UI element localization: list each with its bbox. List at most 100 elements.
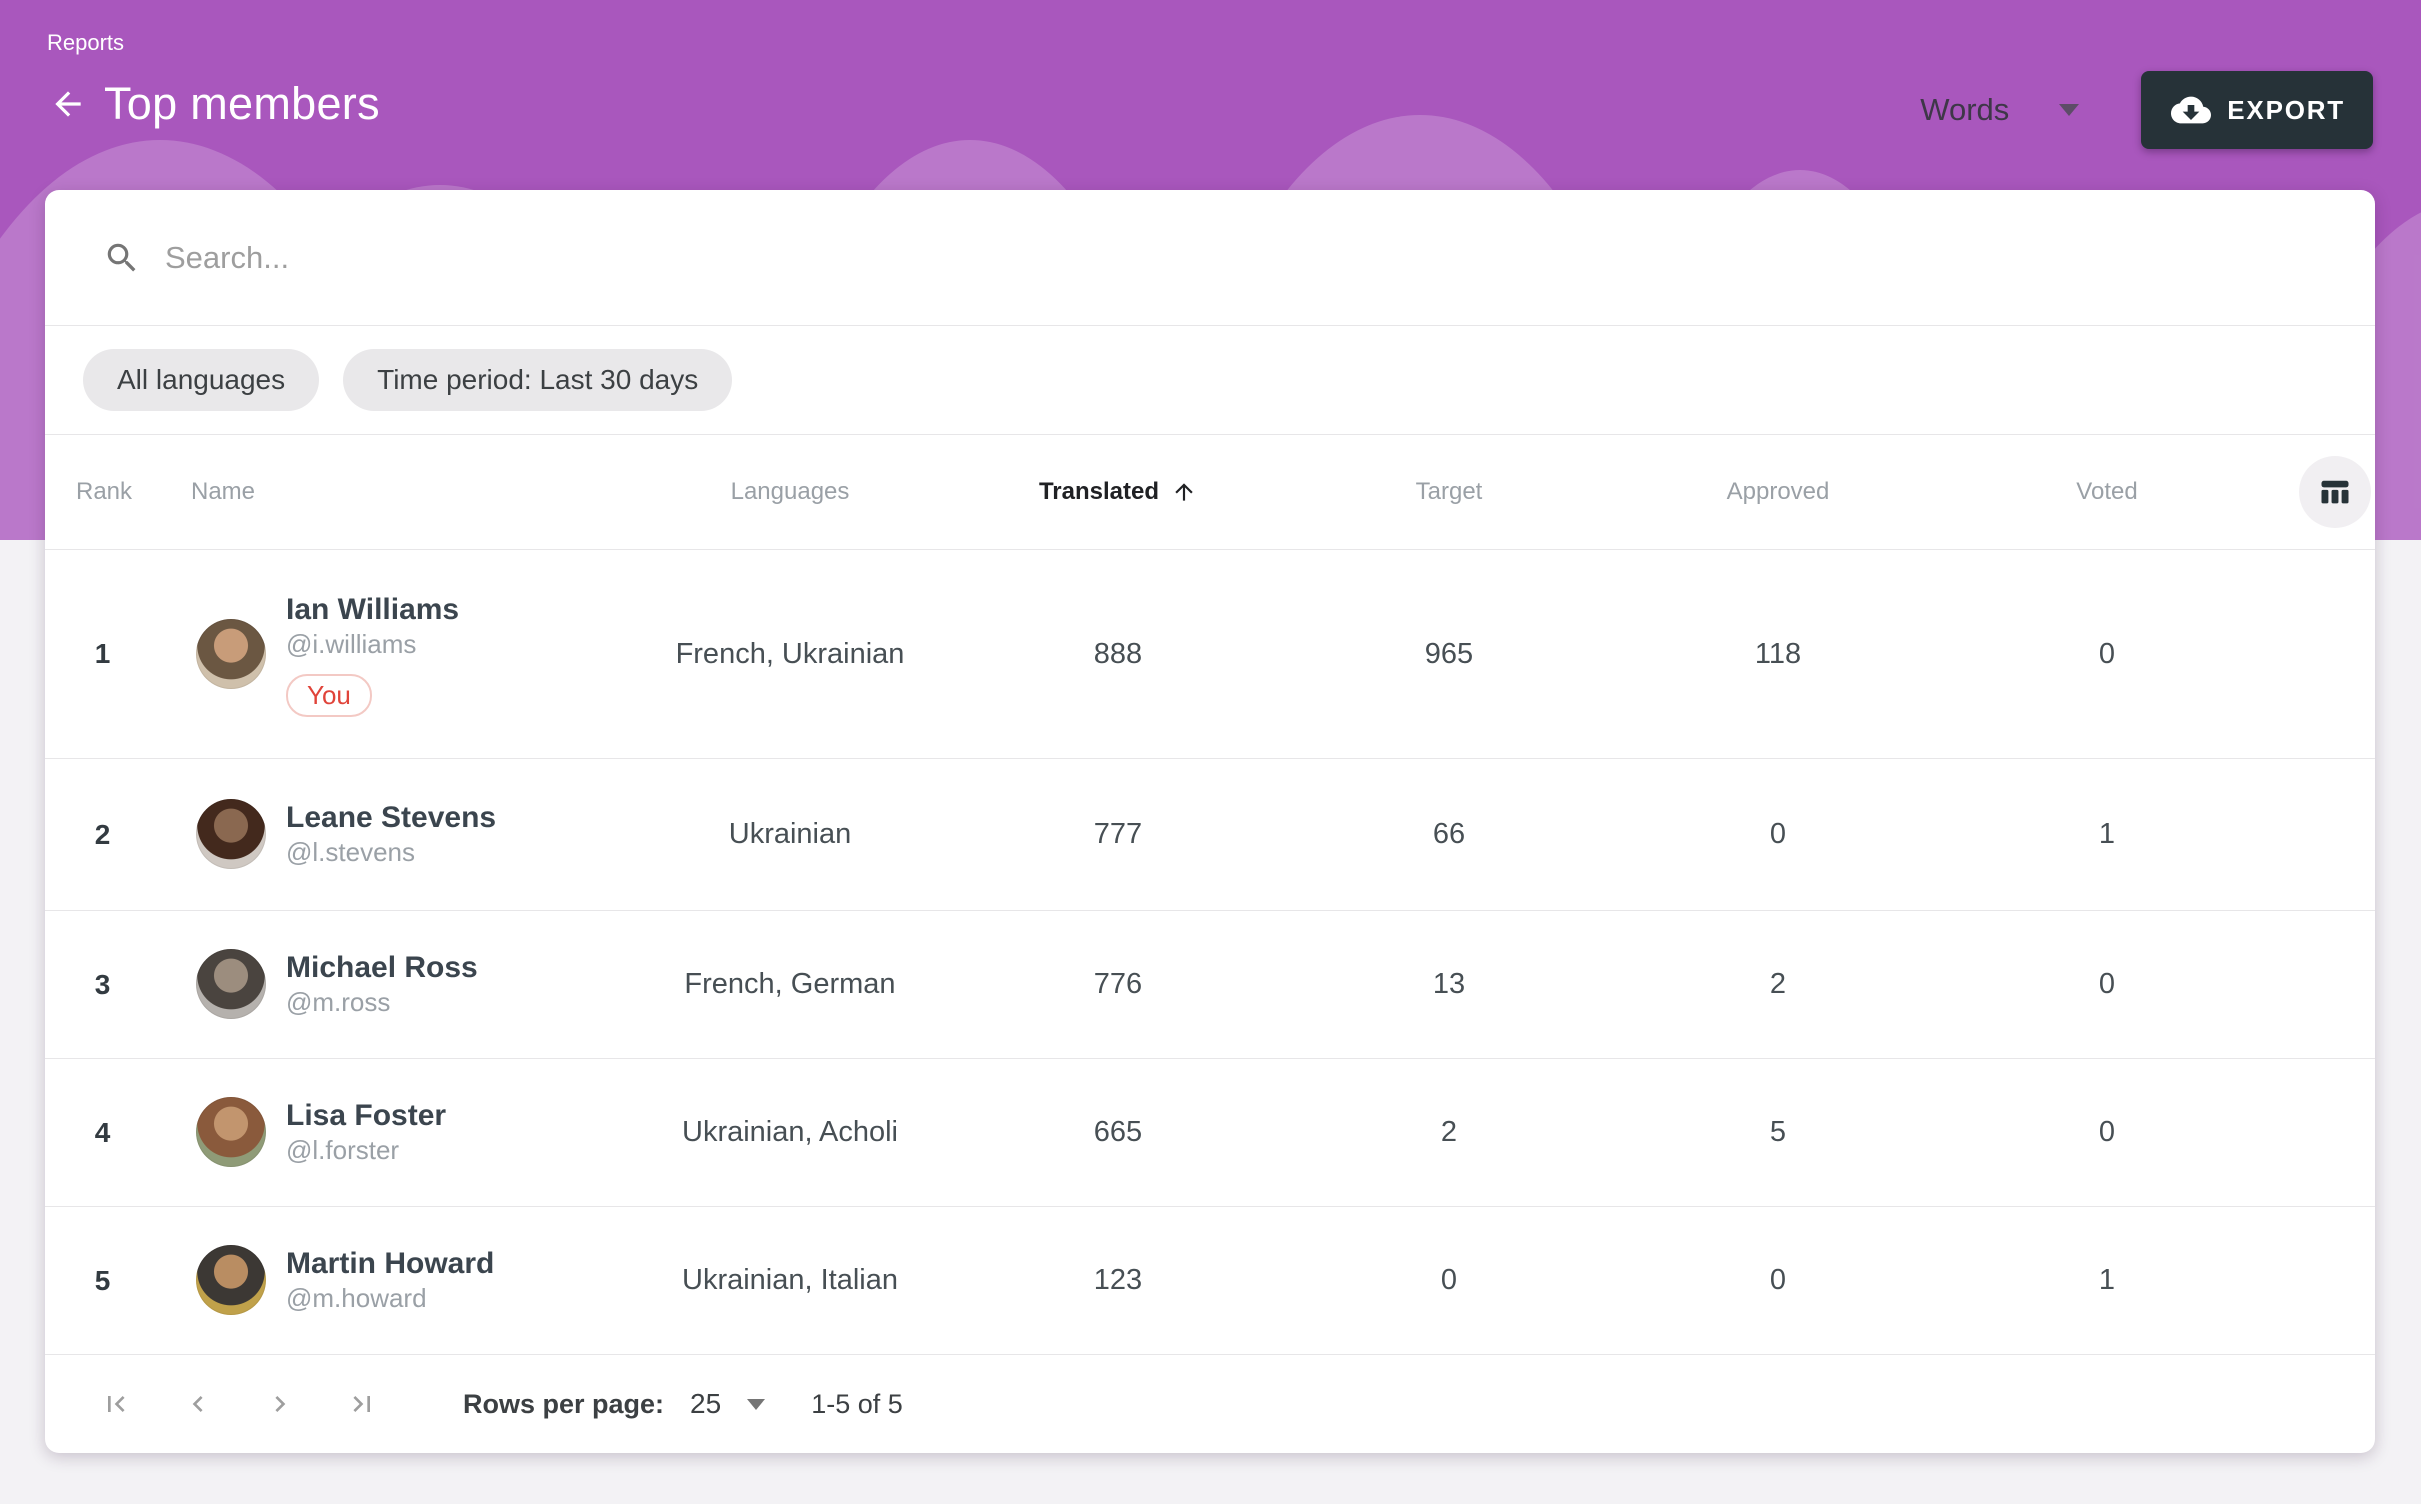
member-cell: Martin Howard @m.howard [160, 1245, 605, 1316]
unit-selector[interactable]: Words [1920, 92, 2079, 128]
target-value: 13 [1261, 968, 1637, 1001]
column-settings-button[interactable] [2299, 456, 2371, 528]
target-value: 66 [1261, 818, 1637, 851]
breadcrumb[interactable]: Reports [47, 30, 124, 56]
report-card: All languages Time period: Last 30 days … [45, 190, 2375, 1453]
approved-value: 2 [1637, 968, 1919, 1001]
avatar [196, 1245, 266, 1315]
member-username: @m.howard [286, 1282, 494, 1316]
target-value: 0 [1261, 1264, 1637, 1297]
next-page-button[interactable] [264, 1388, 296, 1420]
translated-value: 776 [975, 968, 1261, 1001]
column-header-name[interactable]: Name [160, 478, 605, 506]
chevron-right-icon [264, 1388, 296, 1420]
member-cell: Lisa Foster @l.forster [160, 1097, 605, 1168]
translated-value: 665 [975, 1116, 1261, 1149]
rank-value: 1 [45, 638, 160, 670]
approved-value: 0 [1637, 1264, 1919, 1297]
avatar [196, 949, 266, 1019]
table-row: 3 Michael Ross @m.ross French, German 77… [45, 910, 2375, 1058]
avatar [196, 1097, 266, 1167]
languages-value: French, German [605, 968, 975, 1001]
rank-value: 5 [45, 1265, 160, 1297]
target-value: 965 [1261, 638, 1637, 671]
avatar [196, 799, 266, 869]
rows-per-page-select[interactable]: 25 [690, 1388, 765, 1420]
voted-value: 0 [1919, 638, 2295, 671]
filter-chip-languages[interactable]: All languages [83, 349, 319, 411]
translated-value: 123 [975, 1264, 1261, 1297]
member-name: Lisa Foster [286, 1097, 446, 1135]
table-row: 4 Lisa Foster @l.forster Ukrainian, Acho… [45, 1058, 2375, 1206]
pagination-bar: Rows per page: 25 1-5 of 5 [45, 1354, 2375, 1453]
cloud-download-icon [2169, 90, 2213, 130]
table-row: 5 Martin Howard @m.howard Ukrainian, Ita… [45, 1206, 2375, 1354]
export-button-label: EXPORT [2227, 95, 2345, 126]
voted-value: 0 [1919, 1116, 2295, 1149]
target-value: 2 [1261, 1116, 1637, 1149]
back-button[interactable] [46, 82, 90, 126]
search-input[interactable] [165, 240, 2065, 276]
member-name: Martin Howard [286, 1245, 494, 1283]
columns-icon [2317, 474, 2353, 510]
translated-value: 888 [975, 638, 1261, 671]
column-header-voted[interactable]: Voted [1919, 478, 2295, 506]
page-title: Top members [104, 78, 380, 130]
column-header-rank: Rank [45, 478, 160, 506]
languages-value: Ukrainian [605, 818, 975, 851]
member-cell: Ian Williams @i.williams You [160, 591, 605, 717]
voted-value: 1 [1919, 818, 2295, 851]
member-name: Leane Stevens [286, 799, 496, 837]
approved-value: 5 [1637, 1116, 1919, 1149]
translated-value: 777 [975, 818, 1261, 851]
member-name: Ian Williams [286, 591, 459, 629]
chevron-down-icon [2059, 104, 2079, 116]
chevron-left-icon [182, 1388, 214, 1420]
rows-per-page-label: Rows per page: [463, 1389, 664, 1420]
avatar [196, 619, 266, 689]
approved-value: 118 [1637, 638, 1919, 671]
last-page-icon [346, 1388, 378, 1420]
table-row: 1 Ian Williams @i.williams You French, U… [45, 550, 2375, 758]
column-header-target[interactable]: Target [1261, 478, 1637, 506]
member-name: Michael Ross [286, 949, 478, 987]
voted-value: 1 [1919, 1264, 2295, 1297]
chevron-down-icon [747, 1399, 765, 1410]
rank-value: 4 [45, 1117, 160, 1149]
previous-page-button[interactable] [182, 1388, 214, 1420]
last-page-button[interactable] [346, 1388, 378, 1420]
approved-value: 0 [1637, 818, 1919, 851]
export-button[interactable]: EXPORT [2141, 71, 2373, 149]
table-row: 2 Leane Stevens @l.stevens Ukrainian 777… [45, 758, 2375, 910]
languages-value: Ukrainian, Acholi [605, 1116, 975, 1149]
table-header: Rank Name Languages Translated Target Ap… [45, 435, 2375, 550]
back-arrow-icon [49, 85, 87, 123]
search-icon [103, 239, 141, 277]
voted-value: 0 [1919, 968, 2295, 1001]
you-badge: You [286, 674, 372, 717]
filter-chips: All languages Time period: Last 30 days [45, 326, 2375, 435]
languages-value: Ukrainian, Italian [605, 1264, 975, 1297]
languages-value: French, Ukrainian [605, 638, 975, 671]
column-header-approved[interactable]: Approved [1637, 478, 1919, 506]
rank-value: 2 [45, 819, 160, 851]
first-page-button[interactable] [100, 1388, 132, 1420]
member-username: @l.stevens [286, 836, 496, 870]
member-username: @m.ross [286, 986, 478, 1020]
unit-selector-value: Words [1920, 92, 2009, 128]
column-header-translated-label: Translated [1039, 478, 1159, 506]
pagination-range: 1-5 of 5 [811, 1389, 903, 1420]
search-bar [45, 190, 2375, 326]
table-body: 1 Ian Williams @i.williams You French, U… [45, 550, 2375, 1354]
rows-per-page-value: 25 [690, 1388, 721, 1420]
member-cell: Leane Stevens @l.stevens [160, 799, 605, 870]
filter-chip-time-period[interactable]: Time period: Last 30 days [343, 349, 732, 411]
column-header-translated[interactable]: Translated [975, 478, 1261, 506]
sort-ascending-icon [1171, 479, 1197, 505]
member-username: @i.williams [286, 628, 459, 662]
rank-value: 3 [45, 969, 160, 1001]
member-username: @l.forster [286, 1134, 446, 1168]
first-page-icon [100, 1388, 132, 1420]
member-cell: Michael Ross @m.ross [160, 949, 605, 1020]
column-header-languages[interactable]: Languages [605, 478, 975, 506]
